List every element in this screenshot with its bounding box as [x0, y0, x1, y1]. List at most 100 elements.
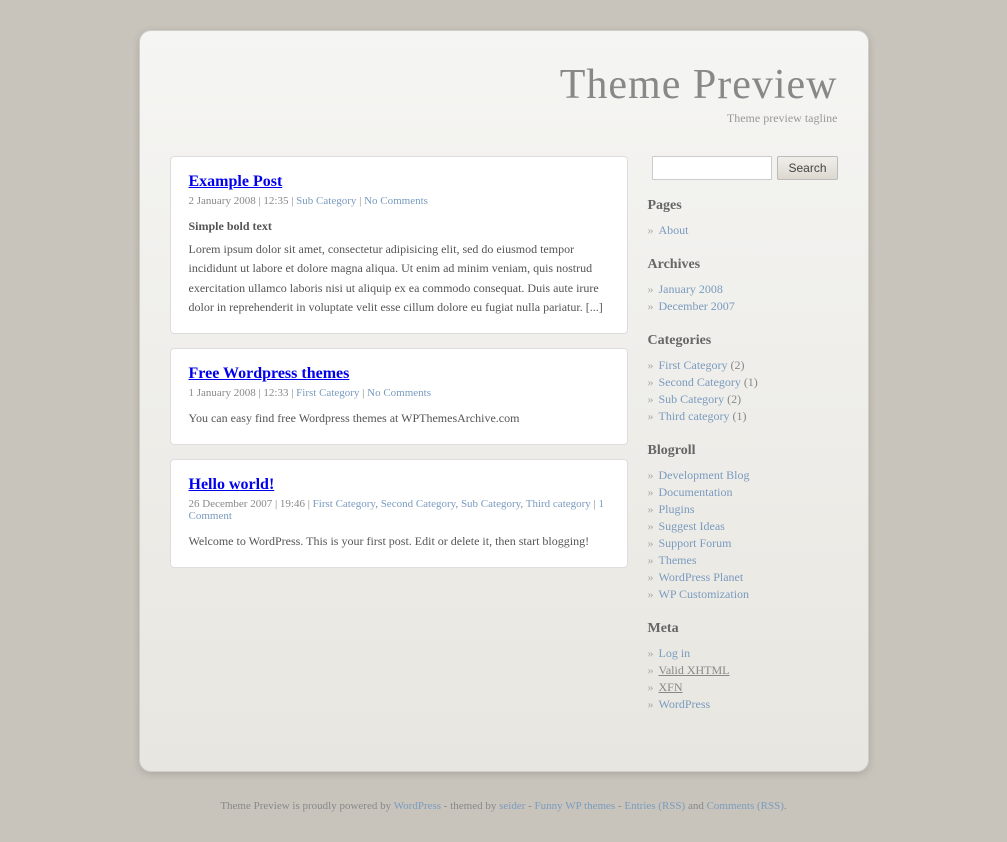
category-first-link[interactable]: First Category — [659, 358, 728, 373]
post-title-link[interactable]: Example Post — [189, 173, 283, 190]
category-count: (1) — [744, 375, 758, 390]
list-item: Themes — [648, 552, 838, 569]
posts-column: Example Post 2 January 2008 | 12:35 | Su… — [170, 156, 628, 731]
post-meta: 2 January 2008 | 12:35 | Sub Category | … — [189, 195, 609, 207]
blogroll-suggest-link[interactable]: Suggest Ideas — [659, 519, 725, 534]
list-item: XFN — [648, 679, 838, 696]
list-item: About — [648, 222, 838, 239]
sidebar-categories-list: First Category (2) Second Category (1) S… — [648, 357, 838, 425]
post-meta: 1 January 2008 | 12:33 | First Category … — [189, 387, 609, 399]
archive-dec-2007-link[interactable]: December 2007 — [659, 299, 735, 314]
list-item: December 2007 — [648, 298, 838, 315]
list-item: Suggest Ideas — [648, 518, 838, 535]
blogroll-wp-custom-link[interactable]: WP Customization — [659, 587, 750, 602]
list-item: Plugins — [648, 501, 838, 518]
meta-xfn-link[interactable]: XFN — [659, 680, 683, 695]
post-card: Free Wordpress themes 1 January 2008 | 1… — [170, 348, 628, 445]
post-category-link-3[interactable]: Sub Category — [461, 498, 520, 510]
category-third-link[interactable]: Third category — [659, 409, 730, 424]
post-meta: 26 December 2007 | 19:46 | First Categor… — [189, 498, 609, 522]
footer: Theme Preview is proudly powered by Word… — [139, 792, 869, 812]
post-category-link-4[interactable]: Third category — [526, 498, 591, 510]
sidebar-categories-section: Categories First Category (2) Second Cat… — [648, 333, 838, 425]
search-widget: Search — [648, 156, 838, 180]
post-category-link[interactable]: First Category — [296, 387, 359, 399]
sidebar-pages-list: About — [648, 222, 838, 239]
category-second-link[interactable]: Second Category — [659, 375, 741, 390]
list-item: WordPress — [648, 696, 838, 713]
list-item: Valid XHTML — [648, 662, 838, 679]
post-comments-link[interactable]: No Comments — [367, 387, 431, 399]
list-item: Support Forum — [648, 535, 838, 552]
sidebar-blogroll-title: Blogroll — [648, 443, 838, 461]
footer-text1: Theme Preview is proudly powered by — [220, 800, 391, 812]
post-category-link-2[interactable]: Second Category — [381, 498, 456, 510]
post-date: 2 January 2008 | 12:35 | — [189, 195, 294, 207]
footer-text5: and — [688, 800, 704, 812]
blogroll-dev-link[interactable]: Development Blog — [659, 468, 750, 483]
list-item: Development Blog — [648, 467, 838, 484]
sidebar-meta-list: Log in Valid XHTML XFN WordPress — [648, 645, 838, 713]
sidebar-categories-title: Categories — [648, 333, 838, 351]
post-date: 1 January 2008 | 12:33 | — [189, 387, 294, 399]
post-body: Welcome to WordPress. This is your first… — [189, 534, 590, 548]
sidebar-meta-title: Meta — [648, 621, 838, 639]
footer-wp-link[interactable]: WordPress — [394, 800, 441, 812]
post-title-link[interactable]: Free Wordpress themes — [189, 365, 350, 382]
post-card: Hello world! 26 December 2007 | 19:46 | … — [170, 459, 628, 568]
meta-xhtml-text: Valid XHTML — [659, 663, 730, 677]
post-content: You can easy find free Wordpress themes … — [189, 409, 609, 428]
site-tagline: Theme preview tagline — [170, 111, 838, 126]
sidebar-pages-section: Pages About — [648, 198, 838, 239]
list-item: Documentation — [648, 484, 838, 501]
list-item: Third category (1) — [648, 408, 838, 425]
post-category-link-1[interactable]: First Category — [313, 498, 376, 510]
footer-funny-link[interactable]: Funny WP themes — [535, 800, 616, 812]
post-title: Example Post — [189, 173, 609, 191]
content-area: Example Post 2 January 2008 | 12:35 | Su… — [170, 156, 838, 731]
blogroll-plugins-link[interactable]: Plugins — [659, 502, 695, 517]
search-button[interactable]: Search — [777, 156, 837, 180]
post-title: Free Wordpress themes — [189, 365, 609, 383]
footer-entries-rss-link[interactable]: Entries (RSS) — [624, 800, 685, 812]
category-count: (2) — [731, 358, 745, 373]
post-category-link[interactable]: Sub Category — [296, 195, 356, 207]
post-body: You can easy find free Wordpress themes … — [189, 411, 520, 425]
footer-seider-link[interactable]: seider — [499, 800, 525, 812]
list-item: WordPress Planet — [648, 569, 838, 586]
post-body: Lorem ipsum dolor sit amet, consectetur … — [189, 242, 603, 314]
sidebar-blogroll-list: Development Blog Documentation Plugins S… — [648, 467, 838, 603]
blogroll-docs-link[interactable]: Documentation — [659, 485, 733, 500]
archive-jan-2008-link[interactable]: January 2008 — [659, 282, 723, 297]
sidebar-archives-title: Archives — [648, 257, 838, 275]
blogroll-wp-planet-link[interactable]: WordPress Planet — [659, 570, 744, 585]
sidebar-meta-section: Meta Log in Valid XHTML XFN WordPress — [648, 621, 838, 713]
post-bold-text: Simple bold text — [189, 217, 609, 236]
site-header: Theme Preview Theme preview tagline — [170, 61, 838, 146]
sidebar-about-link[interactable]: About — [659, 223, 689, 238]
post-title-link[interactable]: Hello world! — [189, 476, 275, 493]
list-item: Second Category (1) — [648, 374, 838, 391]
post-date: 26 December 2007 | 19:46 | — [189, 498, 310, 510]
post-comments-link[interactable]: No Comments — [364, 195, 428, 207]
category-count: (1) — [732, 409, 746, 424]
category-count: (2) — [727, 392, 741, 407]
sidebar-pages-title: Pages — [648, 198, 838, 216]
list-item: Sub Category (2) — [648, 391, 838, 408]
footer-text2: - themed by — [444, 800, 497, 812]
blogroll-support-link[interactable]: Support Forum — [659, 536, 732, 551]
footer-comments-rss-link[interactable]: Comments (RSS) — [707, 800, 784, 812]
category-sub-link[interactable]: Sub Category — [659, 392, 725, 407]
search-input[interactable] — [652, 156, 772, 180]
sidebar-blogroll-section: Blogroll Development Blog Documentation … — [648, 443, 838, 603]
post-card: Example Post 2 January 2008 | 12:35 | Su… — [170, 156, 628, 334]
meta-wordpress-link[interactable]: WordPress — [659, 697, 711, 712]
meta-xhtml-link[interactable]: Valid XHTML — [659, 663, 730, 678]
sidebar-archives-list: January 2008 December 2007 — [648, 281, 838, 315]
sidebar-archives-section: Archives January 2008 December 2007 — [648, 257, 838, 315]
list-item: Log in — [648, 645, 838, 662]
blogroll-themes-link[interactable]: Themes — [659, 553, 697, 568]
list-item: WP Customization — [648, 586, 838, 603]
meta-login-link[interactable]: Log in — [659, 646, 691, 661]
sidebar: Search Pages About Archives — [648, 156, 838, 731]
